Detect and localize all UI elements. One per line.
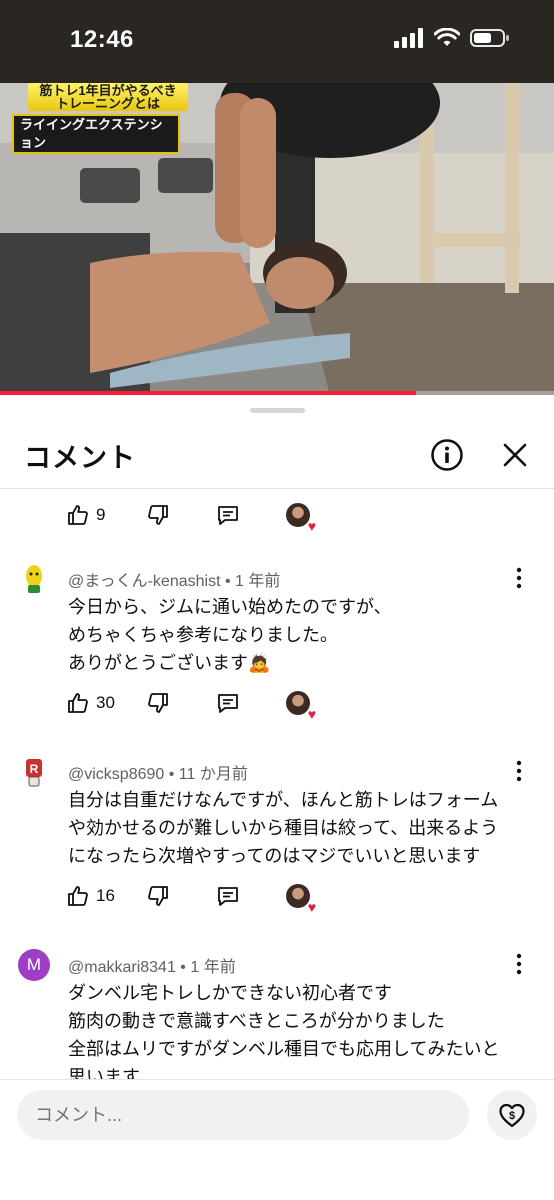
avatar-letter: M [26,955,42,974]
info-icon[interactable] [430,438,464,472]
thumb-up-icon [68,505,88,525]
thumb-down-icon [148,886,168,906]
more-icon[interactable] [512,953,526,975]
comment-item: M @makkari8341 • 1 年前 ダンベル宅トレしかできない初心者です… [0,949,554,1079]
comment-meta: @まっくん-kenashist • 1 年前 [68,573,281,590]
comment-line: 自分は自重だけなんですが、ほんと筋トレはフォーム [68,790,499,810]
comment-text: 自分は自重だけなんですが、ほんと筋トレはフォーム や効かせるのが難しいから種目は… [68,786,518,870]
reply-button[interactable] [216,503,240,527]
like-button[interactable]: 16 [66,884,115,908]
status-time: 12:46 [70,26,134,53]
creator-heart: ♥ [286,503,316,534]
comment-line: ダンベル宅トレしかできない初心者です [68,983,392,1003]
status-icons [394,28,510,48]
dislike-button[interactable] [146,884,170,908]
caption-top: 筋トレ1年目がやるべきトレーニングとは [28,83,188,111]
reply-button[interactable] [216,691,240,715]
video-progress-fill [0,391,416,395]
video-player[interactable]: 筋トレ1年目がやるべきトレーニングとは ライイングエクステンション [0,83,554,395]
comment-meta: @makkari8341 • 1 年前 [68,959,236,976]
comment-author[interactable]: @まっくん-kenashist [68,573,221,590]
svg-text:$: $ [509,1110,515,1122]
like-count: 16 [96,886,115,905]
thumb-down-icon [148,505,168,525]
thumb-up-icon [68,693,88,713]
like-button[interactable]: 30 [66,691,115,715]
creator-avatar [286,691,310,715]
comment-line: や効かせるのが難しいから種目は絞って、出来るよう [68,818,499,838]
sheet-drag-handle[interactable] [250,408,305,413]
comment-author[interactable]: @vicksp8690 [68,766,164,783]
comment-line: 筋肉の動きで意識すべきところが分かりました [68,1011,445,1031]
close-icon[interactable] [500,440,530,470]
more-icon[interactable] [512,567,526,589]
creator-heart: ♥ [286,691,316,722]
svg-text:R: R [30,762,39,776]
reply-icon [218,506,238,525]
thumb-up-icon [68,886,88,906]
heart-icon: ♥ [307,706,316,722]
more-icon[interactable] [512,760,526,782]
user-avatar[interactable]: R [18,756,50,788]
user-avatar[interactable]: M [18,949,50,981]
comment-text: 今日から、ジムに通い始めたのですが、 めちゃくちゃ参考になりました。 ありがとう… [68,593,518,677]
comment-time: 1 年前 [235,573,281,590]
caption-main: ライイングエクステンション [12,114,180,154]
comment-line: になったら次増やすってのはマジでいいと思います [68,846,481,866]
super-thanks-button[interactable]: $ [487,1090,537,1140]
reply-icon [218,887,238,906]
comment-author[interactable]: @makkari8341 [68,959,176,976]
signal-icon [394,28,423,48]
reply-button[interactable] [216,884,240,908]
heart-icon: ♥ [307,518,316,534]
comment-time: 11 か月前 [178,766,248,783]
comment-line: 今日から、ジムに通い始めたのですが、 [68,597,392,617]
video-progress-bar[interactable] [0,391,554,395]
status-bar: 12:46 [0,0,554,83]
heart-dollar-icon: $ [499,1103,525,1128]
battery-icon [470,29,509,47]
creator-avatar [286,503,310,527]
comment-line: 全部はムリですがダンベル種目でも応用してみたいと [68,1039,500,1059]
sheet-title: コメント [24,443,136,473]
comment-item: @まっくん-kenashist • 1 年前 今日から、ジムに通い始めたのですが… [0,563,554,743]
heart-icon: ♥ [307,899,316,915]
comment-input[interactable] [17,1090,469,1140]
reply-icon [218,694,238,713]
comment-text: ダンベル宅トレしかできない初心者です 筋肉の動きで意識すべきところが分かりました… [68,979,518,1079]
comment-time: 1 年前 [190,959,236,976]
video-caption: 筋トレ1年目がやるべきトレーニングとは ライイングエクステンション [12,83,188,154]
thumb-down-icon [148,693,168,713]
comment-item: R @vicksp8690 • 11 か月前 自分は自重だけなんですが、ほんと筋… [0,756,554,936]
comment-line: 思います [68,1067,140,1079]
like-count: 30 [96,693,115,712]
dislike-button[interactable] [146,503,170,527]
comment-composer: $ [0,1079,554,1200]
comment-list[interactable]: 9 ♥ @まっくん-kenashist • 1 年前 今日から、ジムに通い始めた… [0,489,554,1079]
comment-line: めちゃくちゃ参考になりました。 [68,625,338,645]
user-avatar[interactable] [18,563,50,595]
creator-avatar [286,884,310,908]
wifi-icon [434,28,460,46]
dislike-button[interactable] [146,691,170,715]
creator-heart: ♥ [286,884,316,915]
comment-meta: @vicksp8690 • 11 か月前 [68,766,248,783]
like-count: 9 [96,505,106,524]
comment-line: ありがとうございます🙇 [68,653,271,673]
like-button[interactable]: 9 [66,503,105,527]
